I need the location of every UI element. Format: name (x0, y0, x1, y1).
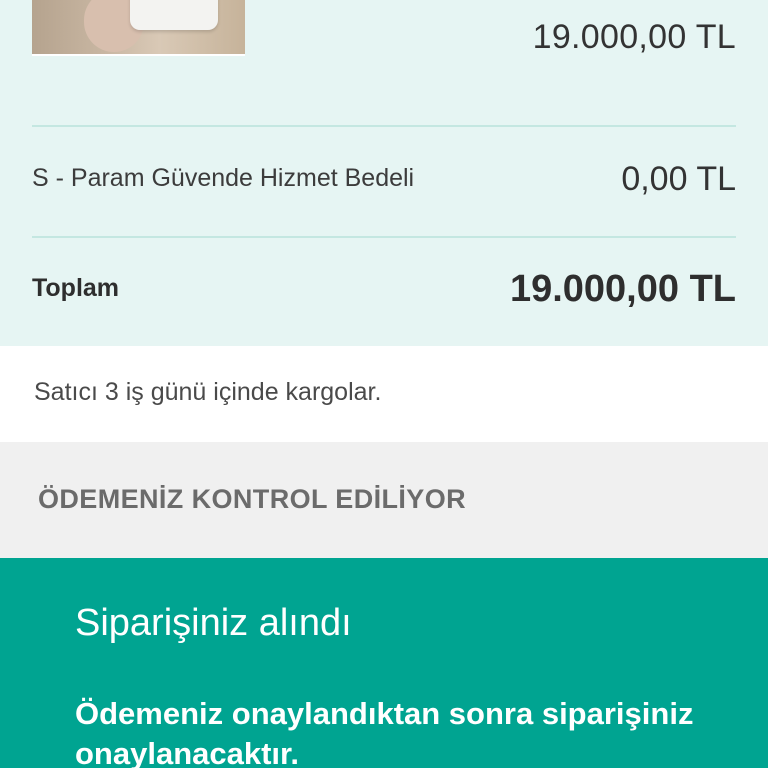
payment-status-text: ÖDEMENİZ KONTROL EDİLİYOR (38, 484, 467, 514)
total-label: Toplam (32, 274, 120, 302)
product-image-device (130, 0, 218, 30)
order-summary-panel: 19.000,00 TL S - Param Güvende Hizmet Be… (0, 0, 768, 346)
service-fee-label: S - Param Güvende Hizmet Bedeli (32, 164, 415, 192)
shipping-info-text: Satıcı 3 iş günü içinde kargolar. (34, 378, 382, 406)
payment-status-bar: ÖDEMENİZ KONTROL EDİLİYOR (0, 442, 768, 558)
summary-divider (32, 236, 736, 238)
order-received-message: Ödemeniz onaylandıktan sonra siparişiniz… (75, 696, 694, 768)
service-fee-value: 0,00 TL (621, 160, 736, 198)
shipping-info: Satıcı 3 iş günü içinde kargolar. (0, 346, 768, 442)
product-image[interactable] (32, 0, 245, 56)
summary-divider (32, 125, 736, 127)
order-received-title: Siparişiniz alındı (75, 602, 352, 644)
product-image-underline (32, 54, 245, 56)
total-value: 19.000,00 TL (509, 268, 736, 310)
order-received-banner: Siparişiniz alındı Ödemeniz onaylandıkta… (0, 558, 768, 768)
order-summary-screen: 19.000,00 TL S - Param Güvende Hizmet Be… (0, 0, 768, 768)
product-price: 19.000,00 TL (532, 18, 736, 56)
